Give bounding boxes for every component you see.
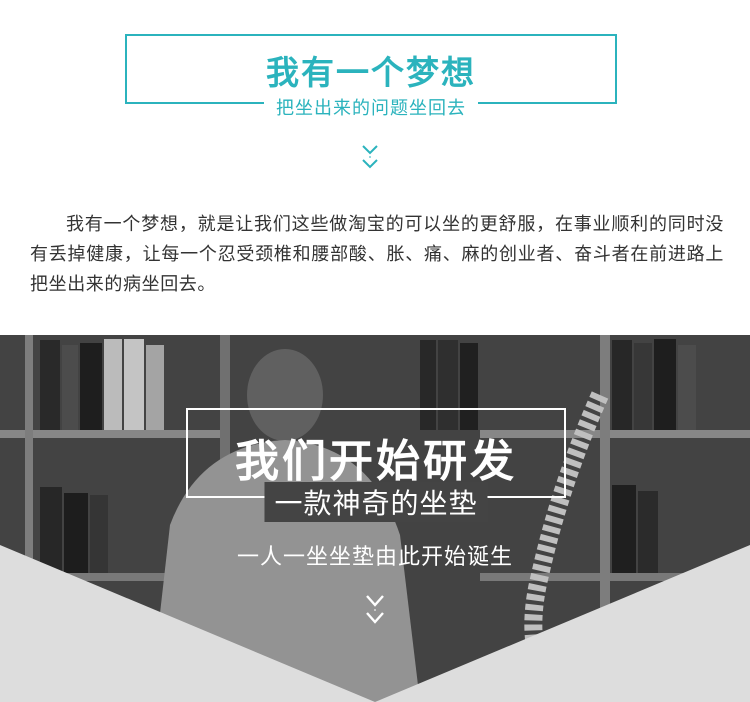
banner-photo: 我们开始研发 一款神奇的坐垫 一人一坐坐垫由此开始诞生: [0, 335, 750, 702]
intro-paragraph: 我有一个梦想，就是让我们这些做淘宝的可以坐的更舒服，在事业顺利的同时没有丢掉健康…: [30, 214, 724, 295]
banner-caption: 一人一坐坐垫由此开始诞生: [236, 545, 513, 570]
double-chevron-down-icon: [366, 595, 384, 624]
section-subtitle: 把坐出来的问题坐回去: [264, 94, 478, 120]
title-frame: 我有一个梦想 把坐出来的问题坐回去: [125, 34, 617, 120]
double-chevron-down-icon: [362, 145, 378, 169]
banner-title: 我们开始研发: [235, 436, 517, 487]
banner-title-frame: 我们开始研发 一款神奇的坐垫: [186, 408, 566, 522]
banner-subtitle: 一款神奇的坐垫: [264, 482, 488, 522]
section-title: 我有一个梦想: [266, 53, 476, 92]
